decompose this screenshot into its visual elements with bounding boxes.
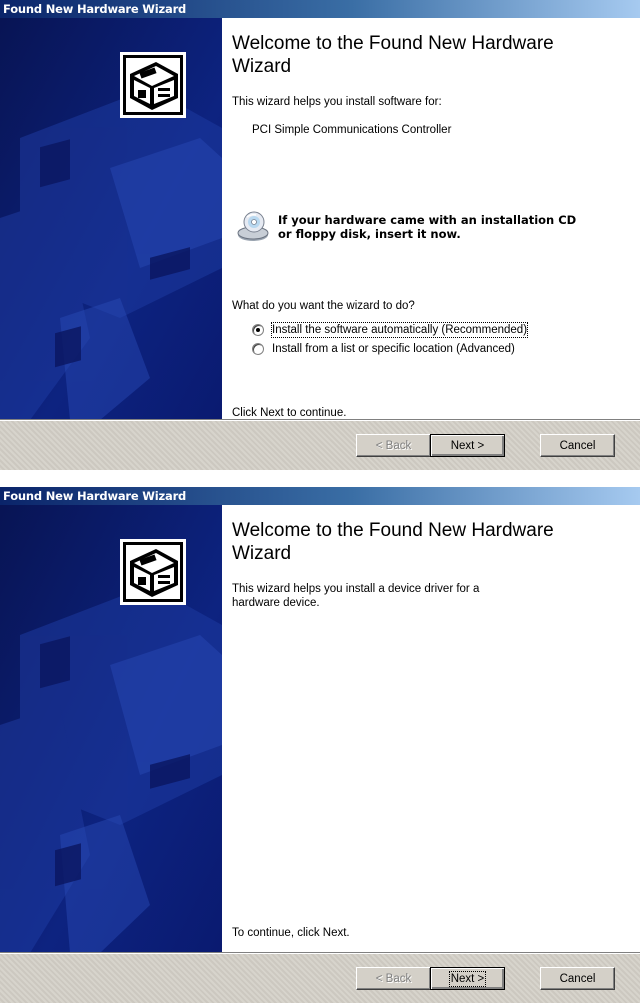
wizard-content: Welcome to the Found New Hardware Wizard… <box>222 18 640 420</box>
cancel-button-label: Cancel <box>559 972 596 985</box>
footer-text: Click Next to continue. <box>232 407 347 419</box>
cd-instruction-line-1: If your hardware came with an installati… <box>278 213 577 227</box>
question-text: What do you want the wizard to do? <box>232 300 415 312</box>
cancel-button-label: Cancel <box>559 439 596 452</box>
window-title: Found New Hardware Wizard <box>3 2 187 16</box>
wizard-side-panel <box>0 505 222 953</box>
page-title: Welcome to the Found New Hardware Wizard <box>232 33 554 77</box>
cd-drive-icon <box>237 211 269 241</box>
cd-instruction: If your hardware came with an installati… <box>278 213 638 241</box>
wizard-dialog-1: Found New Hardware Wizard Welcome to the… <box>0 0 640 470</box>
device-name: PCI Simple Communications Controller <box>252 124 452 136</box>
option-label: Install the software automatically (Reco… <box>270 322 529 338</box>
title-bar[interactable]: Found New Hardware Wizard <box>0 0 640 18</box>
intro-text-line-2: hardware device. <box>232 597 320 609</box>
title-bar[interactable]: Found New Hardware Wizard <box>0 487 640 505</box>
radio-icon[interactable] <box>252 324 264 336</box>
window-title: Found New Hardware Wizard <box>3 489 187 503</box>
intro-text-line-1: This wizard helps you install a device d… <box>232 583 480 595</box>
button-bar: < Back Next > Cancel <box>0 952 640 1003</box>
back-button[interactable]: < Back <box>356 434 431 457</box>
intro-text: This wizard helps you install software f… <box>232 96 442 108</box>
next-button[interactable]: Next > <box>430 967 505 990</box>
back-button-label: < Back <box>375 972 412 985</box>
next-button[interactable]: Next > <box>430 434 505 457</box>
back-button[interactable]: < Back <box>356 967 431 990</box>
back-button-label: < Back <box>375 439 412 452</box>
wizard-dialog-2: Found New Hardware Wizard Welcome to the… <box>0 487 640 1003</box>
side-panel-graphic <box>0 505 222 953</box>
footer-text: To continue, click Next. <box>232 927 350 939</box>
next-button-label: Next > <box>448 970 487 987</box>
hardware-wizard-icon <box>120 539 186 605</box>
page-title: Welcome to the Found New Hardware Wizard <box>232 520 554 564</box>
button-bar: < Back Next > Cancel <box>0 419 640 470</box>
option-label: Install from a list or specific location… <box>272 343 515 355</box>
cancel-button[interactable]: Cancel <box>540 434 615 457</box>
cd-instruction-line-2: or floppy disk, insert it now. <box>278 227 461 241</box>
cd-prompt: If your hardware came with an installati… <box>236 210 636 250</box>
radio-icon[interactable] <box>252 343 264 355</box>
next-button-label: Next > <box>450 439 485 452</box>
hardware-wizard-icon <box>120 52 186 118</box>
wizard-side-panel <box>0 18 222 420</box>
cancel-button[interactable]: Cancel <box>540 967 615 990</box>
side-panel-graphic <box>0 18 222 420</box>
wizard-content: Welcome to the Found New Hardware Wizard… <box>222 505 640 953</box>
